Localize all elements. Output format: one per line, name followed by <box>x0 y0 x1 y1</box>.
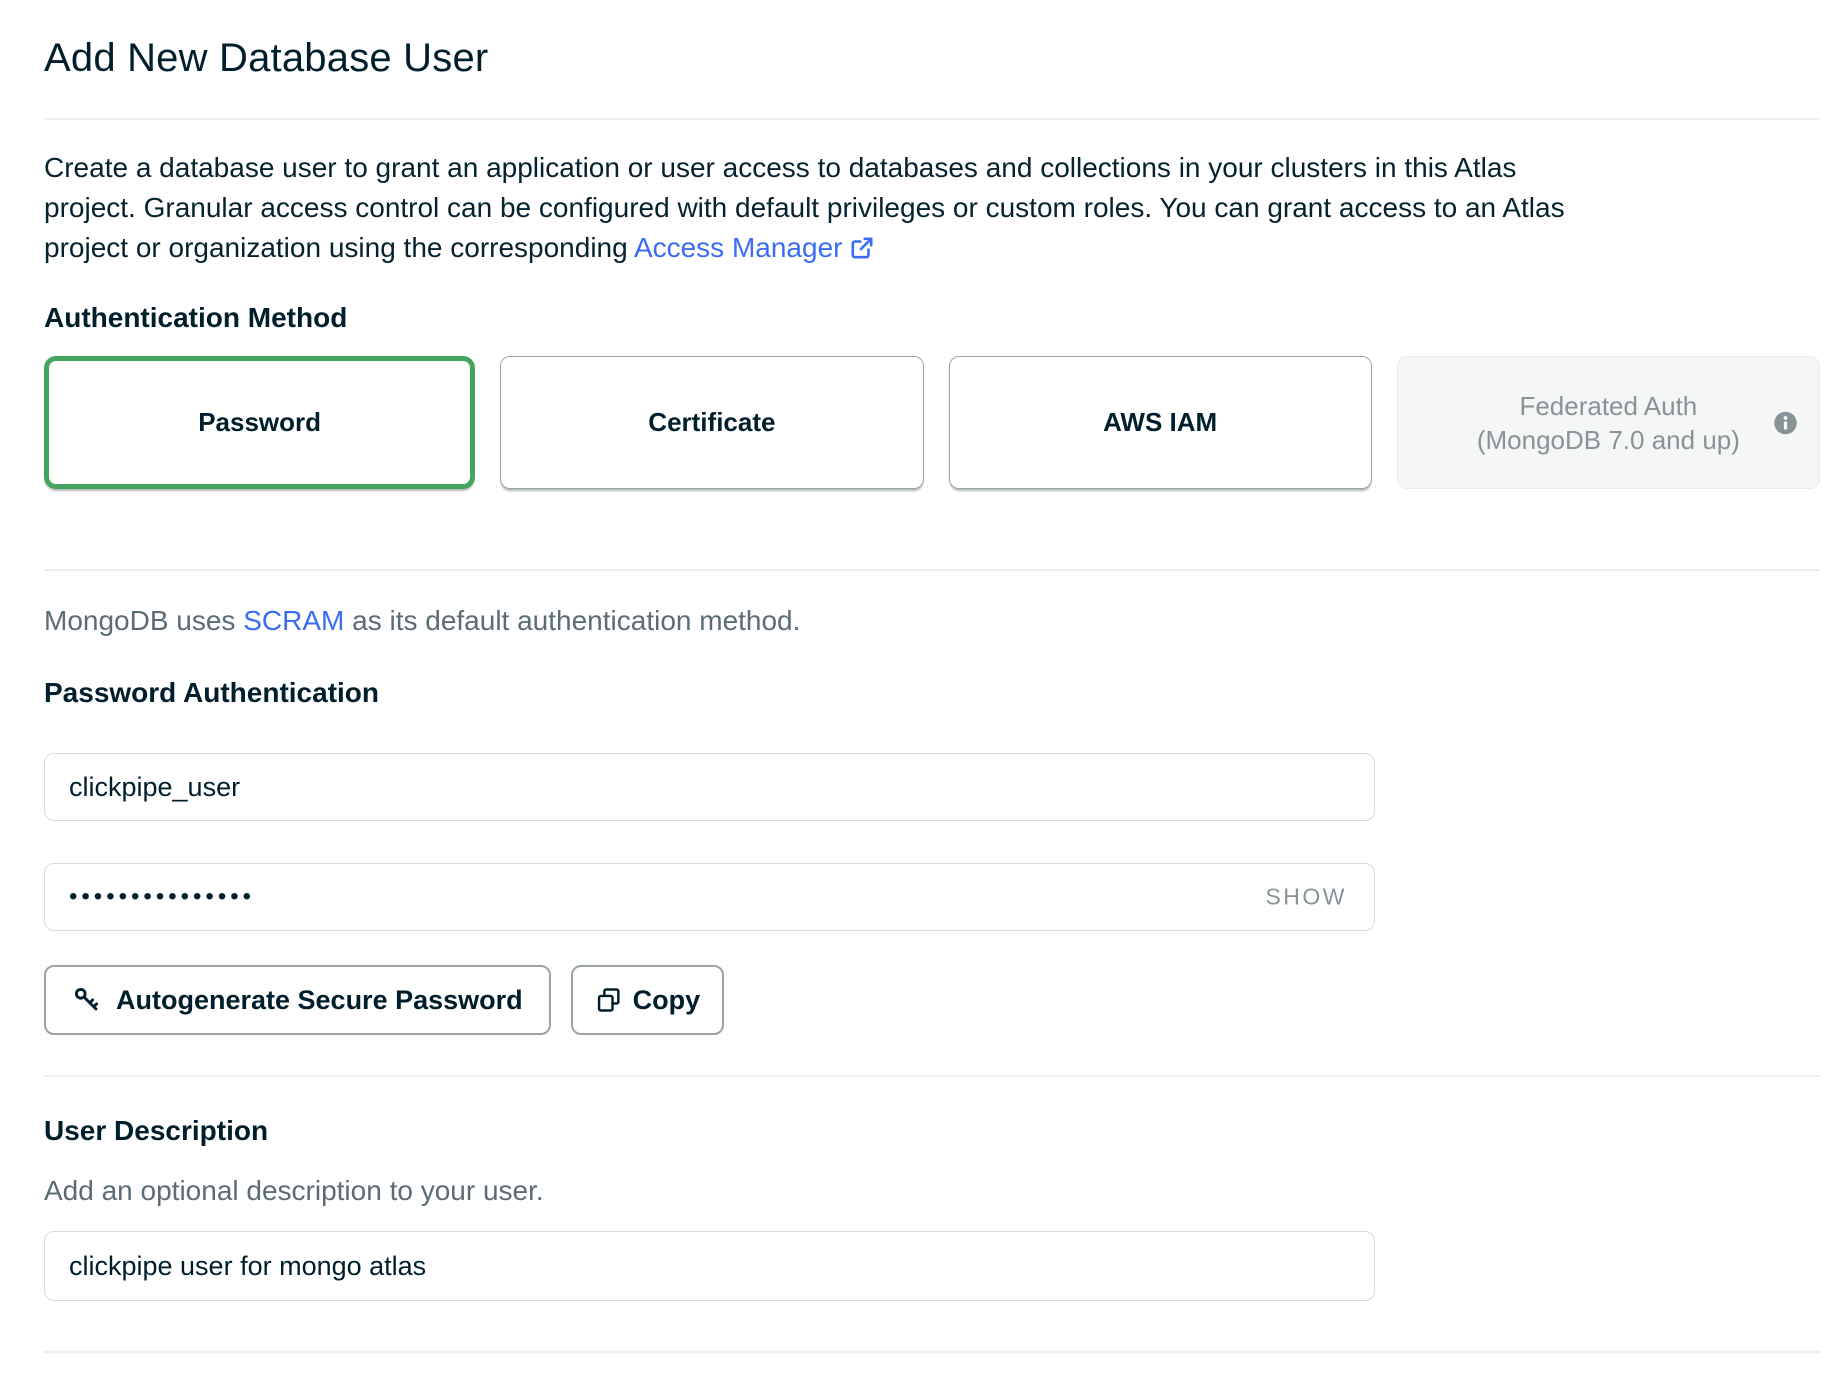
scram-note-before: MongoDB uses <box>44 605 243 636</box>
add-new-database-user-form: Add New Database User Create a database … <box>0 34 1846 1353</box>
divider <box>44 1075 1820 1077</box>
password-input[interactable] <box>44 863 1375 931</box>
auth-method-heading: Authentication Method <box>44 300 1820 336</box>
divider <box>44 1351 1820 1353</box>
access-manager-link[interactable]: Access Manager <box>634 232 876 263</box>
password-auth-heading: Password Authentication <box>44 675 1820 711</box>
federated-auth-line-2: (MongoDB 7.0 and up) <box>1477 425 1740 455</box>
user-description-input[interactable] <box>44 1231 1375 1301</box>
copy-password-button[interactable]: Copy <box>571 965 725 1035</box>
divider <box>44 118 1820 120</box>
scram-note: MongoDB uses SCRAM as its default authen… <box>44 601 1820 641</box>
intro-line-3: project or organization using the corres… <box>44 228 1820 268</box>
autogenerate-password-label: Autogenerate Secure Password <box>116 985 523 1016</box>
page-title: Add New Database User <box>44 34 1820 82</box>
user-description-heading: User Description <box>44 1113 1820 1149</box>
scram-note-after: as its default authentication method. <box>344 605 800 636</box>
copy-icon <box>595 986 623 1014</box>
copy-password-label: Copy <box>633 985 701 1016</box>
info-icon[interactable] <box>1772 409 1799 436</box>
auth-option-password[interactable]: Password <box>44 356 475 489</box>
divider <box>44 569 1820 571</box>
auth-option-password-label: Password <box>198 407 321 438</box>
password-actions: Autogenerate Secure Password Copy <box>44 965 1820 1035</box>
autogenerate-password-button[interactable]: Autogenerate Secure Password <box>44 965 551 1035</box>
intro-line-1: Create a database user to grant an appli… <box>44 148 1820 188</box>
key-icon <box>72 985 102 1015</box>
access-manager-link-label: Access Manager <box>634 232 843 263</box>
scram-link[interactable]: SCRAM <box>243 605 344 636</box>
auth-option-federated-auth: Federated Auth (MongoDB 7.0 and up) <box>1397 356 1820 489</box>
username-input[interactable] <box>44 753 1375 821</box>
federated-auth-line-1: Federated Auth <box>1519 391 1697 421</box>
intro-line-2: project. Granular access control can be … <box>44 188 1820 228</box>
intro-line-3-text: project or organization using the corres… <box>44 232 628 263</box>
password-field: SHOW <box>44 863 1375 931</box>
auth-method-options: Password Certificate AWS IAM Federated A… <box>44 356 1820 489</box>
show-password-button[interactable]: SHOW <box>1265 884 1347 911</box>
auth-option-aws-iam[interactable]: AWS IAM <box>949 356 1372 489</box>
external-link-icon <box>849 235 875 261</box>
auth-option-federated-auth-label: Federated Auth (MongoDB 7.0 and up) <box>1477 389 1740 457</box>
intro-text: Create a database user to grant an appli… <box>44 148 1820 268</box>
auth-option-certificate-label: Certificate <box>648 407 775 438</box>
auth-option-certificate[interactable]: Certificate <box>500 356 923 489</box>
auth-option-aws-iam-label: AWS IAM <box>1103 407 1217 438</box>
user-description-subtext: Add an optional description to your user… <box>44 1171 1820 1211</box>
